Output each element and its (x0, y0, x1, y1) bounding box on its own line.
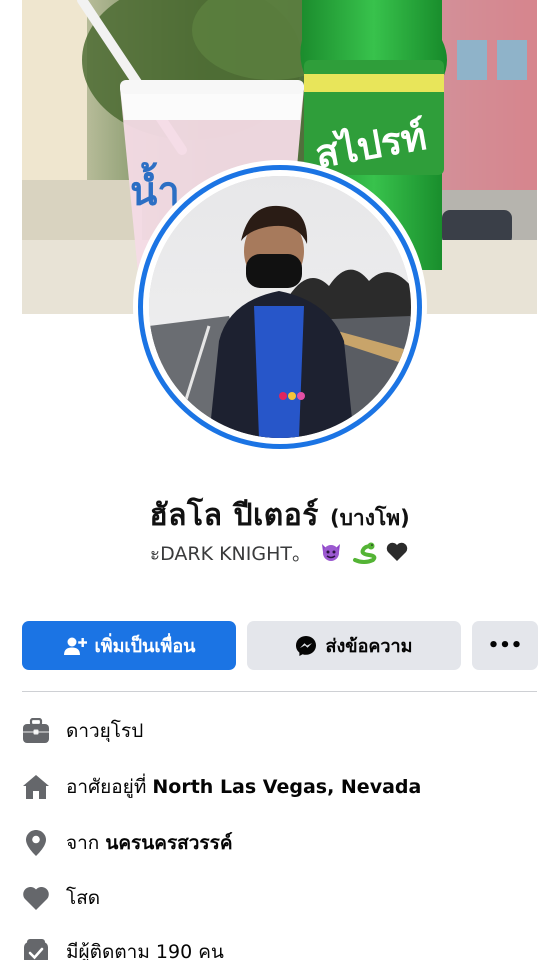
black-heart-emoji-icon (385, 540, 409, 569)
info-work: ดาวยุโรป (22, 713, 537, 749)
snake-emoji-icon (351, 540, 377, 569)
add-friend-label: เพิ่มเป็นเพื่อน (94, 636, 196, 657)
more-options-button[interactable]: ••• (472, 621, 538, 670)
add-friend-button[interactable]: เพิ่มเป็นเพื่อน (22, 621, 236, 670)
profile-page: น้ำ สไปรท์ ฮัลโล ปีเตอร์ (บางโพ) ะDARK K… (0, 0, 559, 960)
lives-in-location[interactable]: North Las Vegas, Nevada (152, 776, 421, 798)
followers-text: มีผู้ติดตาม 190 คน (66, 941, 224, 960)
profile-name: ฮัลโล ปีเตอร์ (บางโพ) (0, 492, 559, 539)
section-divider (22, 691, 537, 692)
info-from: จาก นครนครสวรรค์ (22, 825, 537, 861)
from-prefix: จาก (66, 832, 100, 854)
lives-in-prefix: อาศัยอยู่ที่ (66, 776, 147, 798)
profile-avatar[interactable] (133, 160, 427, 454)
profile-name-text: ฮัลโล ปีเตอร์ (149, 498, 319, 533)
info-relationship: โสด (22, 880, 537, 916)
followers-icon (22, 938, 50, 960)
location-pin-icon (22, 829, 50, 857)
messenger-icon (295, 635, 317, 657)
profile-alternate-name: (บางโพ) (329, 506, 410, 530)
bio-text: ะDARK KNIGHT。 (149, 543, 311, 565)
briefcase-icon (22, 717, 50, 745)
info-followers[interactable]: มีผู้ติดตาม 190 คน (22, 934, 537, 960)
info-lives-in: อาศัยอยู่ที่ North Las Vegas, Nevada (22, 769, 537, 805)
message-button[interactable]: ส่งข้อความ (247, 621, 461, 670)
message-label: ส่งข้อความ (325, 636, 413, 657)
avatar-photo (149, 176, 411, 438)
heart-icon (22, 884, 50, 912)
work-text: ดาวยุโรป (66, 720, 144, 742)
more-label: ••• (487, 635, 523, 656)
relationship-text: โสด (66, 887, 101, 909)
profile-bio: ะDARK KNIGHT。 (0, 539, 559, 569)
person-plus-icon (63, 636, 87, 656)
from-location[interactable]: นครนครสวรรค์ (105, 832, 232, 854)
home-icon (22, 773, 50, 801)
devil-emoji-icon (319, 540, 343, 569)
